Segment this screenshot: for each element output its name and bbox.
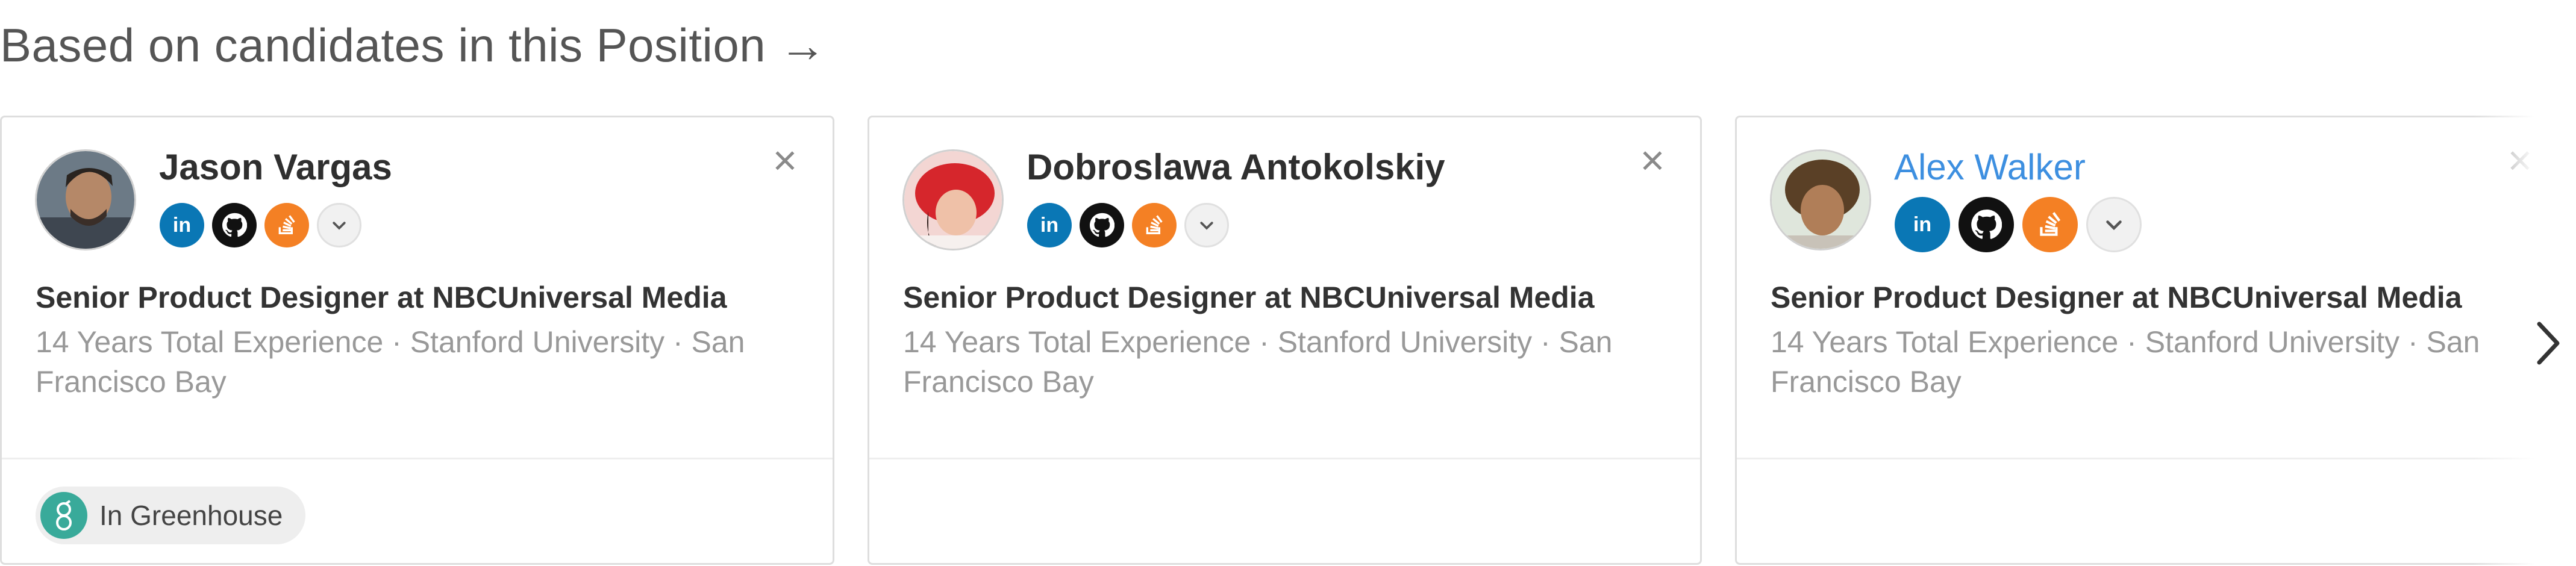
github-icon[interactable] [1959, 197, 2014, 252]
avatar[interactable] [1770, 149, 1871, 250]
candidate-meta: 14 Years Total Experience · Stanford Uni… [903, 325, 1613, 399]
close-icon[interactable]: × [1634, 139, 1671, 181]
avatar[interactable] [35, 149, 136, 250]
github-icon[interactable] [212, 203, 257, 247]
chevron-right-icon[interactable] [2530, 319, 2566, 367]
candidate-title: Senior Product Designer at NBCUniversal … [36, 281, 727, 314]
candidate-meta: 14 Years Total Experience · Stanford Uni… [1771, 325, 2480, 399]
linkedin-icon[interactable]: in [1895, 197, 1950, 252]
divider [2, 458, 833, 459]
candidate-title: Senior Product Designer at NBCUniversal … [1771, 281, 2462, 314]
linkedin-icon[interactable]: in [1027, 203, 1072, 247]
divider [869, 458, 1700, 459]
status-badge[interactable]: In Greenhouse [36, 487, 306, 544]
avatar[interactable] [902, 149, 1004, 250]
candidate-card[interactable]: Dobroslawa Antokolskiy × in Senior Produ… [868, 116, 1702, 565]
candidate-name[interactable]: Alex Walker [1894, 146, 2086, 188]
close-icon[interactable]: × [766, 139, 804, 181]
section-heading: Based on candidates in this Position → [0, 19, 827, 72]
candidate-title: Senior Product Designer at NBCUniversal … [903, 281, 1595, 314]
linkedin-icon[interactable]: in [160, 203, 204, 247]
chevron-down-icon[interactable] [2086, 197, 2142, 252]
chevron-down-icon[interactable] [317, 203, 361, 247]
stackoverflow-icon[interactable] [2022, 197, 2078, 252]
github-icon[interactable] [1080, 203, 1124, 247]
status-label: In Greenhouse [99, 500, 283, 531]
divider [1737, 458, 2568, 459]
stackoverflow-icon[interactable] [264, 203, 309, 247]
candidate-card[interactable]: Jason Vargas × in Senior Product Designe… [0, 116, 834, 565]
stackoverflow-icon[interactable] [1132, 203, 1177, 247]
chevron-down-icon[interactable] [1184, 203, 1229, 247]
candidate-meta: 14 Years Total Experience · Stanford Uni… [36, 325, 745, 399]
candidate-name[interactable]: Jason Vargas [159, 146, 392, 188]
candidate-name[interactable]: Dobroslawa Antokolskiy [1027, 146, 1445, 188]
candidate-card[interactable]: Alex Walker × in Senior Product Designer… [1735, 116, 2569, 565]
greenhouse-icon [40, 492, 87, 539]
